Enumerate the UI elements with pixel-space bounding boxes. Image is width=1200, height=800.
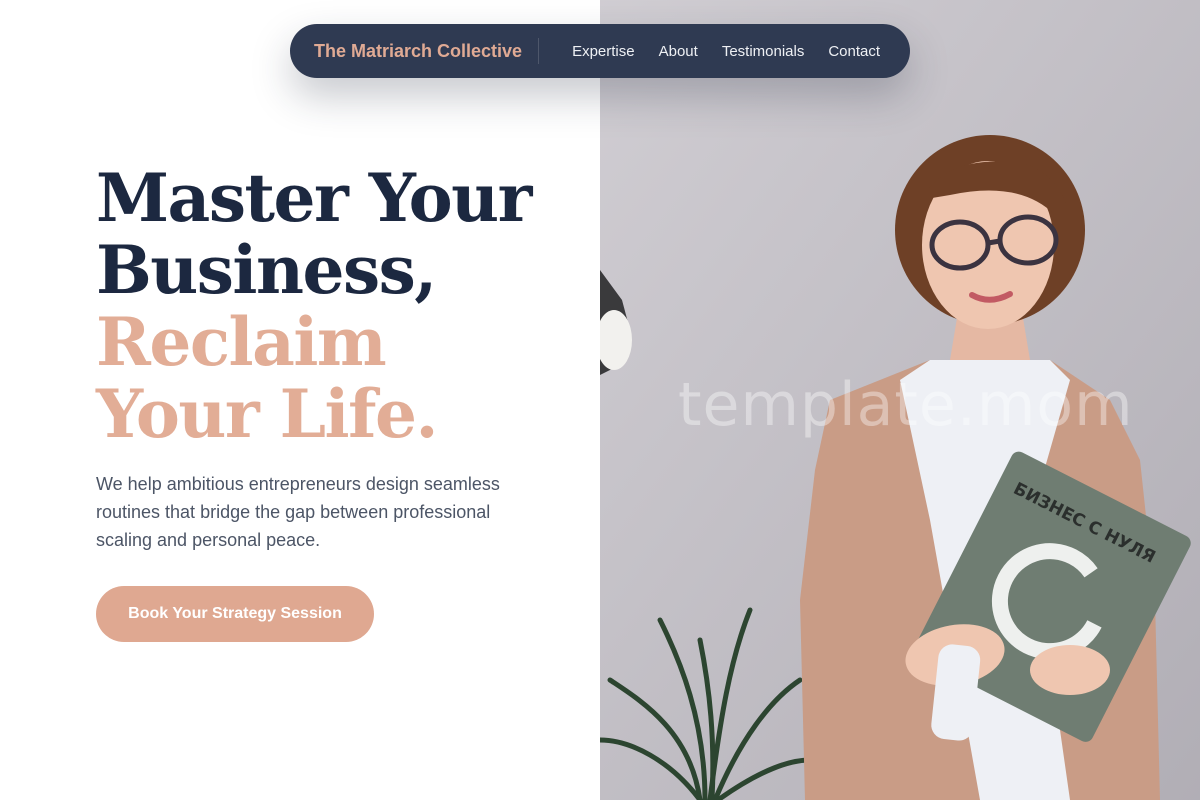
brand-logo[interactable]: The Matriarch Collective — [314, 38, 540, 64]
hero-text-panel: Master Your Business, Reclaim Your Life.… — [0, 0, 600, 800]
headline-line-2: Business, — [96, 231, 437, 309]
nav-link-expertise[interactable]: Expertise — [572, 43, 635, 60]
headline-line-4: Your Life. — [96, 375, 438, 453]
nav-link-contact[interactable]: Contact — [828, 43, 880, 60]
nav-links: Expertise About Testimonials Contact — [572, 43, 880, 60]
book-session-button[interactable]: Book Your Strategy Session — [96, 586, 374, 642]
hero-headline: Master Your Business, Reclaim Your Life. — [96, 159, 532, 453]
nav-link-about[interactable]: About — [659, 43, 698, 60]
hero-photo: БИЗНЕС С НУЛЯ template.mom — [600, 0, 1200, 800]
nav-link-testimonials[interactable]: Testimonials — [722, 43, 805, 60]
hero-subtitle: We help ambitious entrepreneurs design s… — [96, 474, 500, 550]
headline-line-1: Master Your — [96, 159, 532, 237]
headline-line-3: Reclaim — [96, 303, 387, 381]
top-nav: The Matriarch Collective Expertise About… — [290, 24, 910, 78]
watermark: template.mom — [678, 370, 1134, 440]
